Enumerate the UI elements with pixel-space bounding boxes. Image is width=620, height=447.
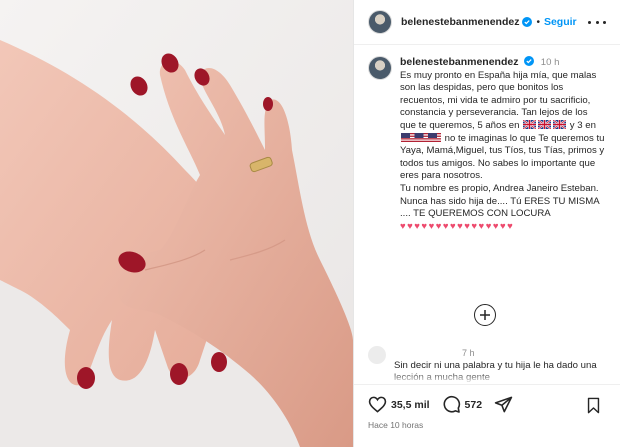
comment-button[interactable]: 572: [442, 395, 495, 414]
bookmark-icon[interactable]: [585, 397, 602, 419]
avatar[interactable]: [368, 10, 392, 34]
likes-count[interactable]: 35,5 mil: [391, 399, 430, 411]
comment-bubble-icon[interactable]: [442, 395, 461, 414]
paper-plane-icon[interactable]: [494, 395, 513, 414]
more-options-icon[interactable]: [588, 14, 606, 30]
heart-icon[interactable]: [368, 395, 387, 414]
uk-flag-icon: [522, 119, 537, 130]
username[interactable]: belenestebanmenendez: [401, 16, 519, 28]
post-header: belenestebanmenendez • Seguir: [354, 0, 620, 45]
follow-button[interactable]: Seguir: [544, 16, 577, 28]
posted-ago[interactable]: Hace 10 horas: [368, 420, 423, 430]
caption: belenestebanmenendez 10 h Es muy pronto …: [354, 46, 620, 233]
hands-photo-illustration: [0, 0, 353, 447]
caption-time[interactable]: 10 h: [541, 57, 560, 68]
post-photo[interactable]: [0, 0, 353, 447]
us-flag-icon: [401, 132, 441, 142]
caption-part-2: y 3 en: [567, 119, 599, 131]
post-body: belenestebanmenendez 10 h Es muy pronto …: [354, 46, 620, 346]
verified-badge-icon: [524, 56, 535, 66]
comment-time: 7 h: [462, 348, 475, 358]
caption-username[interactable]: belenestebanmenendez: [400, 56, 518, 68]
caption-avatar[interactable]: [368, 56, 392, 80]
comment-avatar[interactable]: [368, 346, 386, 364]
add-circle-icon[interactable]: [474, 304, 496, 326]
caption-part-3: no te imaginas lo que Te queremos tu Yay…: [400, 132, 605, 220]
comments-count[interactable]: 572: [465, 399, 483, 411]
post-side-panel: belenestebanmenendez • Seguir belenesteb…: [353, 0, 620, 447]
action-bar: 35,5 mil 572: [354, 384, 620, 424]
uk-flag-icon: [552, 119, 567, 130]
uk-flag-icon: [537, 119, 552, 130]
comment-fade: [354, 372, 620, 384]
like-button[interactable]: 35,5 mil: [368, 395, 442, 414]
caption-text-block: belenestebanmenendez 10 h Es muy pronto …: [400, 56, 606, 233]
caption-body: Es muy pronto en España hija mía, que ma…: [400, 70, 606, 234]
verified-badge-icon: [522, 17, 533, 27]
share-button[interactable]: [494, 395, 513, 414]
separator-dot: •: [536, 16, 540, 28]
heart-emojis: ♥♥♥♥♥♥♥♥♥♥♥♥♥♥♥♥: [400, 220, 515, 232]
